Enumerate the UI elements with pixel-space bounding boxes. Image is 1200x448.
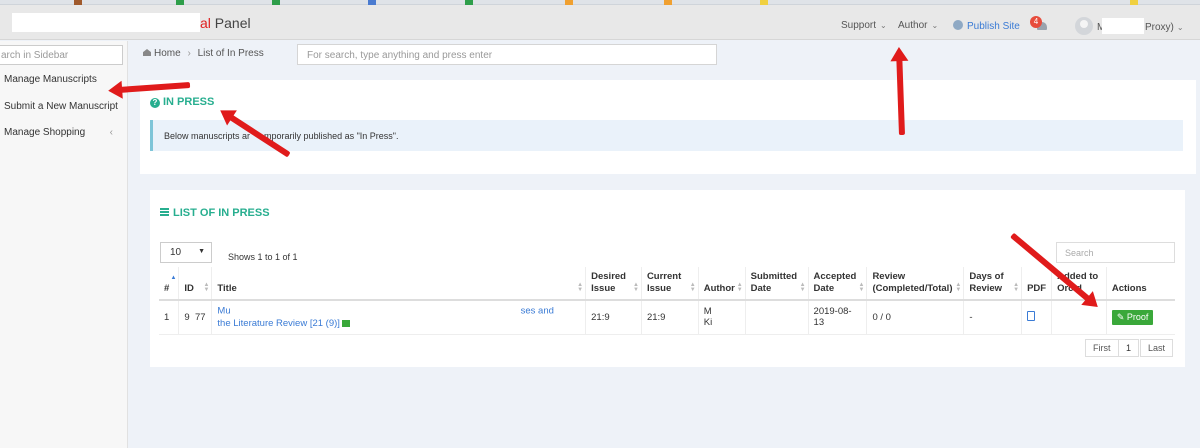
cell-pdf [1021, 300, 1052, 335]
col-num[interactable]: # ▲ [159, 267, 179, 301]
col-actions: Actions [1105, 267, 1175, 301]
user-menu[interactable]: Proxy) ⌄ [1145, 22, 1184, 33]
page-length-select[interactable]: 10 ▼ [160, 242, 212, 263]
cell-accepted-date: 2019-08-13 [807, 300, 867, 335]
chevron-down-icon: ⌄ [931, 21, 939, 30]
top-header: al Panel Support ⌄ Author ⌄ Publish Site 4… [0, 5, 1200, 40]
col-current-issue[interactable]: Current Issue ▲ ▼ [640, 267, 699, 301]
col-pdf: PDF [1021, 267, 1052, 301]
cell-days-of-review: - [963, 300, 1022, 335]
breadcrumb-home[interactable]: Home [154, 48, 181, 59]
cell-id: 9 77 [178, 300, 212, 335]
home-icon [143, 49, 151, 56]
in-press-table: # ▲ ID ▲ ▼ Title ▲ ▼ Desired Issue ▲ ▼ Current … [159, 267, 1175, 335]
col-accepted-date[interactable]: Accepted Date ▲ ▼ [807, 267, 867, 301]
col-review[interactable]: Review (Completed/Total) ▲ ▼ [866, 267, 964, 301]
pager-page-button[interactable]: 1 [1118, 339, 1140, 357]
list-heading: LIST OF IN PRESS [160, 207, 270, 219]
sort-asc-icon: ▲ [170, 275, 177, 281]
notification-badge: 4 [1030, 16, 1042, 28]
redacted-brand [12, 13, 200, 32]
proof-button[interactable]: ✎ Proof [1111, 309, 1154, 325]
in-press-heading: ? IN PRESS [150, 96, 214, 108]
global-search-input[interactable]: For search, type anything and press ente… [297, 44, 717, 65]
col-title[interactable]: Title ▲ ▼ [211, 267, 586, 301]
cell-submitted-date [744, 300, 809, 335]
edit-badge-icon [341, 319, 350, 327]
question-circle-icon: ? [150, 98, 160, 108]
list-icon [160, 208, 169, 216]
pdf-file-icon[interactable] [1027, 310, 1036, 321]
col-days-of-review[interactable]: Days of Review ▲ ▼ [963, 267, 1022, 301]
sidebar-item-manage-manuscripts[interactable]: Manage Manuscripts [4, 74, 97, 85]
col-id[interactable]: ID ▲ ▼ [178, 267, 212, 301]
cell-current-issue: 21:9 [640, 300, 699, 335]
table-search-input[interactable]: Search [1056, 242, 1175, 263]
cell-review: 0 / 0 [866, 300, 964, 335]
redacted-user-name [1102, 18, 1144, 34]
sidebar-item-manage-shopping[interactable]: Manage Shopping [4, 127, 85, 138]
breadcrumb: Home › List of In Press [143, 48, 264, 59]
cell-author: M Ki [697, 300, 746, 335]
cell-num: 1 [159, 300, 179, 335]
chevron-down-icon: ⌄ [880, 21, 887, 30]
col-author[interactable]: Author ▲ ▼ [697, 267, 746, 301]
author-menu[interactable]: Author ⌄ [898, 20, 938, 31]
publish-site-link[interactable]: Publish Site [953, 20, 1020, 32]
info-callout: Below manuscripts ar mporarily published … [150, 120, 1183, 151]
pager-last-button[interactable]: Last [1140, 339, 1174, 357]
sort-icon: ▲ ▼ [689, 282, 696, 293]
table-header-row: # ▲ ID ▲ ▼ Title ▲ ▼ Desired Issue ▲ ▼ Current … [159, 267, 1175, 301]
cell-desired-issue: 21:9 [585, 300, 642, 335]
sort-icon: ▲ ▼ [858, 282, 865, 293]
chevron-down-icon: ⌄ [1176, 23, 1184, 32]
table-row: 1 9 77 Mu ses and the Literature Review [2… [159, 300, 1175, 335]
sort-icon: ▲ ▼ [736, 282, 743, 293]
sort-icon: ▲ ▼ [632, 282, 639, 293]
sidebar-item-submit-manuscript[interactable]: Submit a New Manuscript [4, 101, 118, 112]
sort-icon: ▲ ▼ [203, 282, 210, 293]
support-menu[interactable]: Support ⌄ [841, 20, 887, 31]
chevron-left-icon: ‹ [109, 127, 113, 138]
col-submitted-date[interactable]: Submitted Date ▲ ▼ [744, 267, 809, 301]
entries-info: Shows 1 to 1 of 1 [228, 252, 298, 262]
breadcrumb-current: List of In Press [197, 48, 264, 59]
cell-actions: ✎ Proof [1105, 300, 1175, 335]
sidebar-search-input[interactable]: arch in Sidebar [0, 45, 123, 65]
sort-icon: ▲ ▼ [955, 282, 962, 293]
avatar[interactable] [1075, 17, 1093, 35]
redacted-title [230, 305, 521, 317]
sidebar: arch in Sidebar Manage Manuscripts Submi… [0, 41, 128, 448]
app-title[interactable]: al Panel [200, 15, 251, 31]
globe-icon [953, 20, 963, 30]
col-desired-issue[interactable]: Desired Issue ▲ ▼ [585, 267, 642, 301]
sort-icon: ▲ ▼ [799, 282, 806, 293]
sort-icon: ▲ ▼ [577, 282, 584, 293]
sort-icon: ▲ ▼ [1013, 282, 1020, 293]
manuscript-title-link[interactable]: Mu ses and the Literature Review [21 (9)] [211, 300, 586, 335]
pager-first-button[interactable]: First [1085, 339, 1119, 357]
caret-down-icon: ▼ [198, 248, 205, 255]
